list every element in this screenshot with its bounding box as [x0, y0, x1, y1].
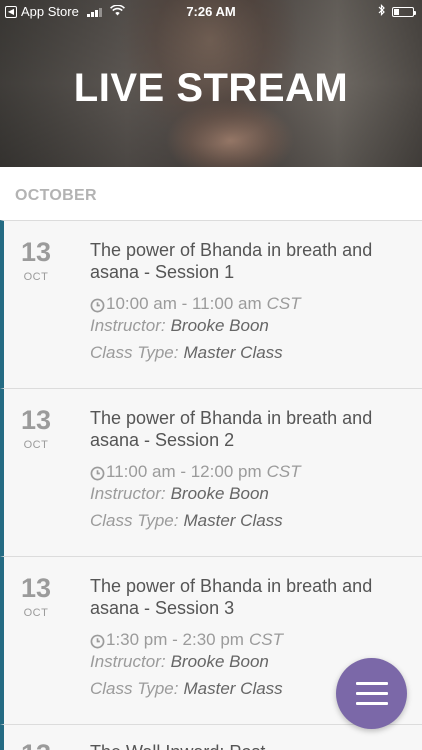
- instructor-name: Brooke Boon: [170, 652, 269, 671]
- battery-icon: [392, 6, 416, 17]
- class-type-value: Master Class: [183, 511, 283, 530]
- event-title: The power of Bhanda in breath and asana …: [90, 240, 373, 282]
- status-time: 7:26 AM: [186, 4, 236, 19]
- event-instructor: Instructor: Brooke Boon: [90, 484, 269, 504]
- event-time-range: 11:00 am - 12:00 pm: [106, 462, 262, 481]
- event-time: 10:00 am - 11:00 am CST: [90, 294, 301, 314]
- event-day: 13: [16, 739, 56, 750]
- instructor-label: Instructor:: [90, 652, 166, 671]
- event-time-range: 10:00 am - 11:00 am: [106, 294, 262, 313]
- event-class-type: Class Type: Master Class: [90, 511, 283, 531]
- instructor-name: Brooke Boon: [170, 316, 269, 335]
- class-type-label: Class Type:: [90, 511, 179, 530]
- event-title: The power of Bhanda in breath and asana …: [90, 576, 373, 618]
- bluetooth-icon: [378, 4, 386, 19]
- event-month: OCT: [23, 271, 49, 283]
- event-timezone: CST: [266, 462, 301, 481]
- clock-icon: [90, 466, 105, 480]
- page-title: LIVE STREAM: [73, 66, 349, 110]
- class-type-label: Class Type:: [90, 679, 179, 698]
- event-time: 11:00 am - 12:00 pm CST: [90, 462, 301, 482]
- event-month: OCT: [23, 439, 49, 451]
- event-day: 13: [20, 237, 52, 267]
- event-timezone: CST: [266, 294, 301, 313]
- event-time: 1:30 pm - 2:30 pm CST: [90, 630, 283, 650]
- event-item[interactable]: 13 OCT The power of Bhanda in breath and…: [0, 388, 422, 556]
- event-month: OCT: [23, 607, 49, 619]
- event-day: 13: [20, 405, 52, 435]
- event-class-type: Class Type: Master Class: [90, 679, 283, 699]
- class-type-value: Master Class: [183, 679, 283, 698]
- event-title: The power of Bhanda in breath and asana …: [90, 408, 373, 450]
- clock-icon: [90, 634, 105, 648]
- menu-icon: [355, 682, 388, 705]
- menu-button[interactable]: [336, 658, 407, 729]
- event-instructor: Instructor: Brooke Boon: [90, 652, 269, 672]
- clock-icon: [90, 298, 105, 312]
- event-time-range: 1:30 pm - 2:30 pm: [106, 630, 244, 649]
- event-item[interactable]: 13 The Wall Inward: Post: [0, 724, 422, 750]
- class-type-label: Class Type:: [90, 343, 179, 362]
- instructor-name: Brooke Boon: [170, 484, 269, 503]
- event-instructor: Instructor: Brooke Boon: [90, 316, 269, 336]
- event-day: 13: [20, 573, 52, 603]
- event-timezone: CST: [248, 630, 283, 649]
- month-header: OCTOBER: [15, 187, 97, 204]
- event-title: The Wall Inward: Post: [90, 741, 400, 750]
- event-class-type: Class Type: Master Class: [90, 343, 283, 363]
- status-bar-right: [378, 4, 416, 19]
- instructor-label: Instructor:: [90, 316, 166, 335]
- class-type-value: Master Class: [183, 343, 283, 362]
- event-item[interactable]: 13 OCT The power of Bhanda in breath and…: [0, 220, 422, 388]
- status-bar: ◀ App Store 7:26 AM: [0, 0, 422, 22]
- instructor-label: Instructor:: [90, 484, 166, 503]
- hero-banner: LIVE STREAM: [0, 0, 422, 167]
